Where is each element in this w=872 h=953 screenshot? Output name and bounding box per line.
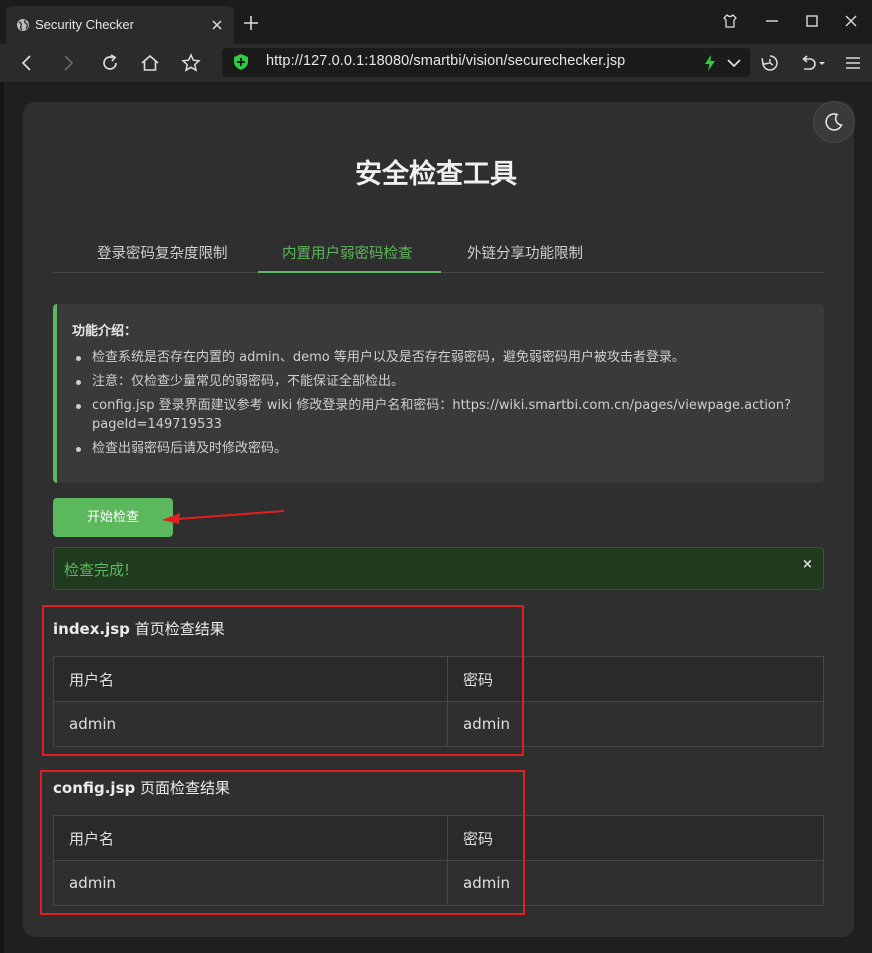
window-close-icon[interactable] (843, 13, 859, 29)
info-item: config.jsp 登录界面建议参考 wiki 修改登录的用户名和密码：htt… (92, 398, 792, 432)
info-item: 检查出弱密码后请及时修改密码。 (92, 441, 288, 456)
back-icon[interactable] (17, 53, 37, 73)
browser-tab[interactable]: Security Checker (6, 6, 234, 44)
tab-title: Security Checker (35, 17, 134, 32)
reload-icon[interactable] (100, 53, 120, 73)
caret-down-icon[interactable] (817, 53, 827, 73)
shield-icon (234, 54, 248, 70)
theme-toggle-button[interactable] (813, 101, 855, 143)
active-tab-indicator (258, 271, 441, 273)
bullet (76, 356, 81, 361)
globe-icon (17, 19, 29, 31)
bullet (76, 380, 81, 385)
annotation-arrow (162, 510, 285, 524)
info-item: 注意：仅检查少量常见的弱密码，不能保证全部检出。 (92, 374, 405, 389)
left-edge-strip (0, 82, 4, 953)
forward-icon[interactable] (58, 53, 78, 73)
shirt-icon[interactable] (722, 13, 738, 29)
maximize-icon[interactable] (804, 13, 820, 29)
bullet (76, 447, 81, 452)
home-icon[interactable] (140, 53, 160, 73)
tab-password-complexity[interactable]: 登录密码复杂度限制 (97, 242, 228, 263)
moon-icon (825, 113, 843, 131)
tab-share-link-limit[interactable]: 外链分享功能限制 (467, 242, 583, 263)
start-check-button[interactable]: 开始检查 (53, 498, 173, 537)
close-icon[interactable] (210, 18, 224, 32)
chevron-down-icon[interactable] (724, 53, 744, 73)
annotation-box (40, 770, 525, 915)
bullet (76, 404, 81, 409)
info-item: 检查系统是否存在内置的 admin、demo 等用户以及是否存在弱密码，避免弱密… (92, 350, 685, 365)
annotation-box (42, 605, 524, 756)
plus-icon[interactable] (243, 15, 259, 31)
alert-close-button[interactable]: × (802, 557, 813, 572)
tab-weak-password-check[interactable]: 内置用户弱密码检查 (282, 242, 413, 263)
lightning-icon[interactable] (700, 53, 720, 73)
url-text[interactable]: http://127.0.0.1:18080/smartbi/vision/se… (266, 53, 625, 69)
history-icon[interactable] (760, 53, 780, 73)
star-icon[interactable] (181, 53, 201, 73)
menu-icon[interactable] (843, 53, 863, 73)
alert-text: 检查完成! (64, 561, 131, 579)
minimize-icon[interactable] (764, 13, 780, 29)
info-heading: 功能介绍： (72, 324, 138, 339)
page-title: 安全检查工具 (355, 159, 517, 190)
success-alert (53, 547, 824, 590)
undo-icon[interactable] (798, 53, 818, 73)
